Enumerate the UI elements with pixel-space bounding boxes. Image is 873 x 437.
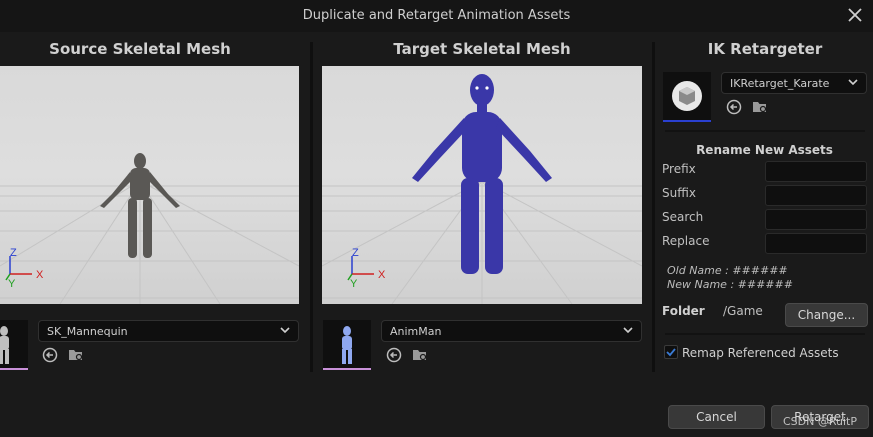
ik-panel-title: IK Retargeter bbox=[707, 40, 823, 58]
target-mesh-value: AnimMan bbox=[390, 325, 442, 338]
source-viewport[interactable]: Z X Y bbox=[0, 66, 299, 304]
target-mesh-dropdown[interactable]: AnimMan bbox=[381, 320, 642, 342]
old-name-preview: Old Name : ###### bbox=[667, 264, 788, 277]
search-label: Search bbox=[662, 210, 704, 224]
browse-to-asset-icon[interactable] bbox=[752, 99, 768, 115]
source-mesh-value: SK_Mannequin bbox=[47, 325, 128, 338]
prefix-input[interactable] bbox=[765, 161, 867, 182]
search-input[interactable] bbox=[765, 209, 867, 230]
chevron-down-icon bbox=[280, 327, 290, 334]
chevron-down-icon bbox=[623, 327, 633, 334]
source-axis-x: X bbox=[36, 269, 44, 281]
panel-divider bbox=[310, 42, 313, 372]
target-viewport[interactable]: Z X Y bbox=[322, 66, 642, 304]
source-panel-title: Source Skeletal Mesh bbox=[49, 40, 231, 58]
suffix-label: Suffix bbox=[662, 186, 696, 200]
ik-retargeter-thumbnail[interactable] bbox=[663, 72, 711, 122]
change-folder-button[interactable]: Change... bbox=[785, 303, 868, 327]
replace-label: Replace bbox=[662, 234, 710, 248]
target-panel-title: Target Skeletal Mesh bbox=[393, 40, 571, 58]
cancel-button[interactable]: Cancel bbox=[668, 405, 765, 429]
target-axis-y: Y bbox=[350, 278, 358, 290]
target-axis-z: Z bbox=[352, 247, 359, 259]
folder-path: /Game bbox=[723, 304, 763, 318]
watermark: CSDN @RuitP bbox=[783, 415, 857, 428]
window-titlebar: Duplicate and Retarget Animation Assets bbox=[0, 0, 873, 32]
remap-checkbox[interactable] bbox=[664, 345, 678, 359]
target-viewport-scene: Z X Y bbox=[322, 74, 642, 304]
use-selected-asset-icon[interactable] bbox=[726, 99, 742, 115]
section-divider bbox=[665, 333, 865, 335]
section-divider bbox=[665, 130, 865, 132]
window-title: Duplicate and Retarget Animation Assets bbox=[302, 8, 571, 23]
prefix-label: Prefix bbox=[662, 162, 696, 176]
browse-to-asset-icon[interactable] bbox=[412, 347, 428, 363]
close-icon[interactable] bbox=[845, 5, 865, 25]
use-selected-asset-icon[interactable] bbox=[42, 347, 58, 363]
panel-divider bbox=[652, 42, 655, 372]
chevron-down-icon bbox=[848, 79, 858, 86]
use-selected-asset-icon[interactable] bbox=[386, 347, 402, 363]
checkmark-icon bbox=[666, 348, 676, 357]
browse-to-asset-icon[interactable] bbox=[68, 347, 84, 363]
source-axis-y: Y bbox=[8, 278, 16, 290]
suffix-input[interactable] bbox=[765, 185, 867, 206]
source-axis-z: Z bbox=[10, 247, 17, 259]
source-mesh-dropdown[interactable]: SK_Mannequin bbox=[38, 320, 299, 342]
source-viewport-scene: Z X Y bbox=[0, 153, 299, 304]
remap-label: Remap Referenced Assets bbox=[682, 346, 839, 360]
ik-retargeter-value: IKRetarget_Karate bbox=[730, 77, 830, 90]
rename-section-title: Rename New Assets bbox=[696, 143, 833, 157]
replace-input[interactable] bbox=[765, 233, 867, 254]
target-axis-x: X bbox=[378, 269, 386, 281]
ik-retargeter-dropdown[interactable]: IKRetarget_Karate bbox=[721, 72, 867, 94]
new-name-preview: New Name : ###### bbox=[667, 278, 793, 291]
folder-label: Folder bbox=[662, 304, 705, 318]
source-mesh-thumbnail[interactable] bbox=[0, 320, 28, 370]
target-mesh-thumbnail[interactable] bbox=[323, 320, 371, 370]
